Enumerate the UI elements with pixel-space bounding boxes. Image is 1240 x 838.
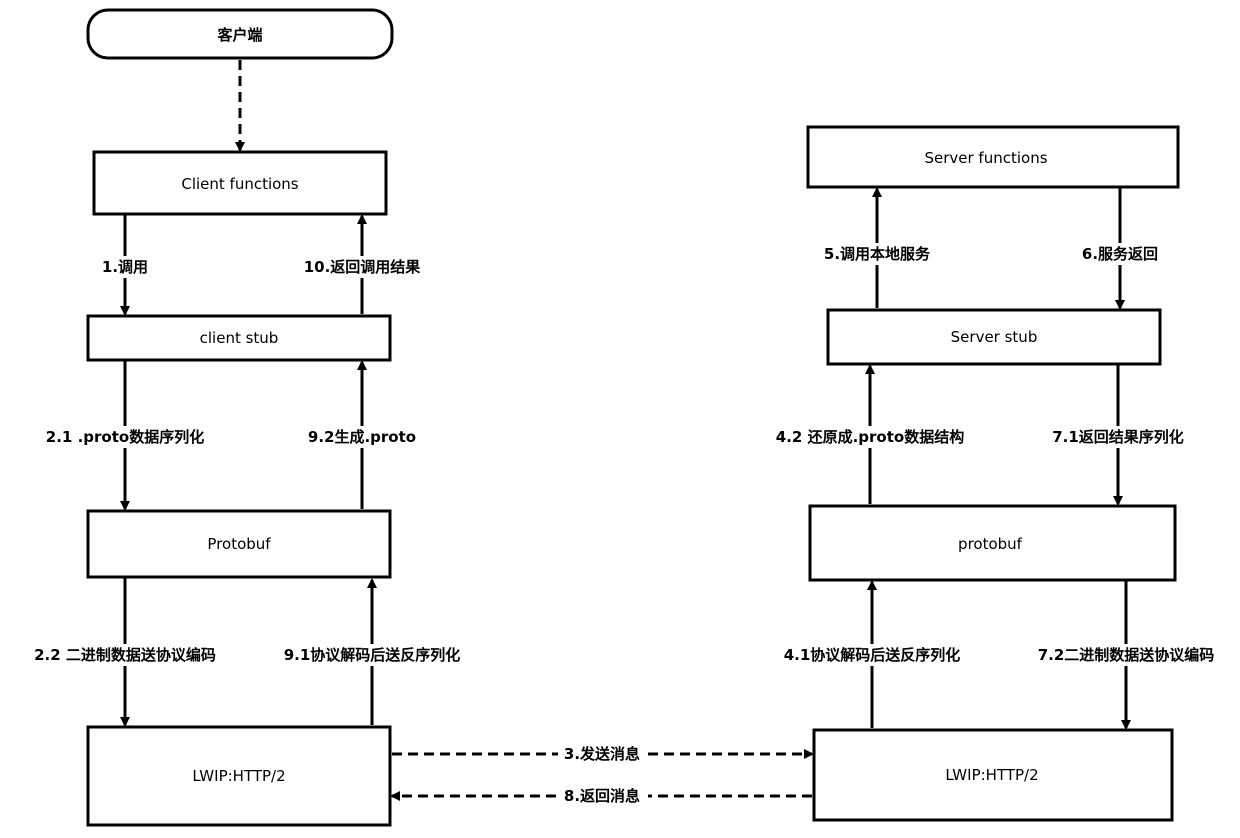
label-4-1-decode: 4.1协议解码后送反序列化 [784, 646, 961, 664]
client-stub-label: client stub [200, 329, 279, 347]
server-functions-label: Server functions [924, 149, 1047, 167]
label-7-1-serialize-result: 7.1返回结果序列化 [1052, 428, 1184, 446]
label-3-send-message: 3.发送消息 [564, 745, 640, 763]
label-9-2-generate-proto: 9.2生成.proto [308, 428, 416, 446]
server-functions-box: Server functions [806, 125, 1180, 189]
label-10-return-result: 10.返回调用结果 [304, 258, 422, 276]
label-7-2-encode: 7.2二进制数据送协议编码 [1038, 646, 1215, 664]
label-1-call: 1.调用 [102, 258, 148, 276]
label-2-2-encode: 2.2 二进制数据送协议编码 [34, 646, 216, 664]
label-4-2-restore-proto: 4.2 还原成.proto数据结构 [776, 428, 964, 446]
client-transport-label: LWIP:HTTP/2 [192, 767, 285, 785]
label-6-service-return: 6.服务返回 [1082, 245, 1158, 263]
server-stub-label: Server stub [951, 328, 1038, 346]
rpc-flow-diagram: 客户端 Client functions client stub Protobu… [16, 8, 1234, 827]
client-functions-label: Client functions [181, 175, 298, 193]
client-terminal-label: 客户端 [216, 26, 262, 44]
server-protobuf-label: protobuf [958, 535, 1023, 553]
client-functions-box: Client functions [92, 150, 388, 216]
client-stub-box: client stub [86, 314, 392, 362]
client-terminal-node: 客户端 [86, 8, 394, 60]
server-transport-label: LWIP:HTTP/2 [945, 766, 1038, 784]
label-2-1-serialize: 2.1 .proto数据序列化 [46, 428, 204, 446]
client-transport-box: LWIP:HTTP/2 [86, 725, 392, 827]
label-5-call-local-service: 5.调用本地服务 [824, 245, 931, 263]
server-stub-box: Server stub [826, 308, 1162, 366]
client-protobuf-box: Protobuf [86, 509, 392, 579]
server-protobuf-box: protobuf [808, 504, 1177, 582]
label-9-1-decode: 9.1协议解码后送反序列化 [284, 646, 461, 664]
client-protobuf-label: Protobuf [207, 535, 271, 553]
label-8-return-message: 8.返回消息 [564, 787, 640, 805]
server-transport-box: LWIP:HTTP/2 [812, 728, 1174, 822]
